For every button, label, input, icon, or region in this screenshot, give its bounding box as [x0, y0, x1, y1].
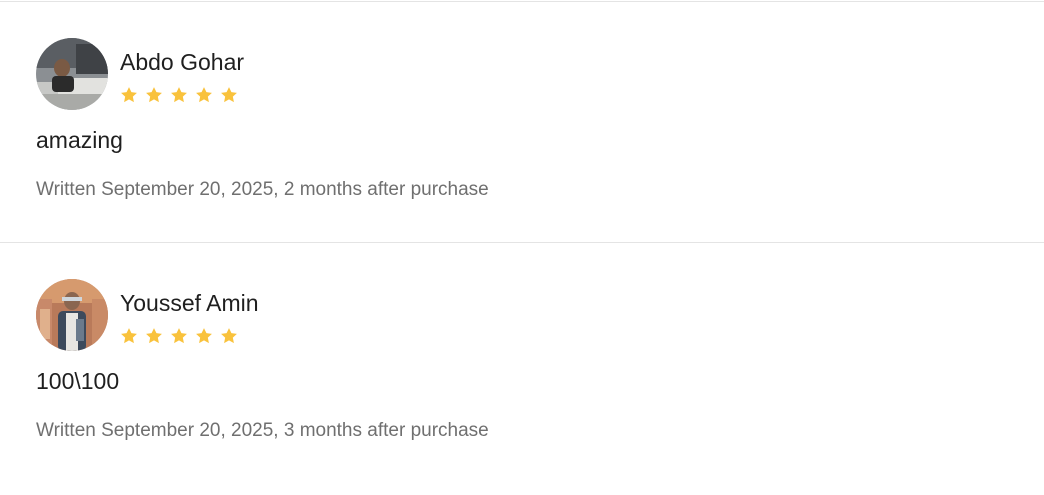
star-icon: [196, 87, 212, 103]
review-meta: Written September 20, 2025, 2 months aft…: [36, 179, 489, 200]
review-text: 100\100: [36, 368, 120, 394]
star-icon: [221, 328, 237, 344]
reviewer-avatar: [36, 38, 108, 110]
review-item: Abdo Gohar amazing Written September 20,…: [0, 0, 1044, 242]
reviewer-avatar: [36, 279, 108, 351]
review-text: amazing: [36, 127, 123, 153]
star-icon: [171, 87, 187, 103]
star-rating: [119, 85, 239, 105]
reviewer-name: Abdo Gohar: [120, 49, 245, 75]
star-icon: [221, 87, 237, 103]
star-icon: [146, 87, 162, 103]
star-icon: [196, 328, 212, 344]
review-meta: Written September 20, 2025, 3 months aft…: [36, 420, 489, 441]
star-icon: [146, 328, 162, 344]
star-icon: [121, 328, 137, 344]
review-item: Youssef Amin 100\100 Written September 2…: [0, 243, 1044, 495]
star-icon: [171, 328, 187, 344]
star-rating: [119, 326, 239, 346]
reviewer-name: Youssef Amin: [120, 290, 259, 316]
star-icon: [121, 87, 137, 103]
